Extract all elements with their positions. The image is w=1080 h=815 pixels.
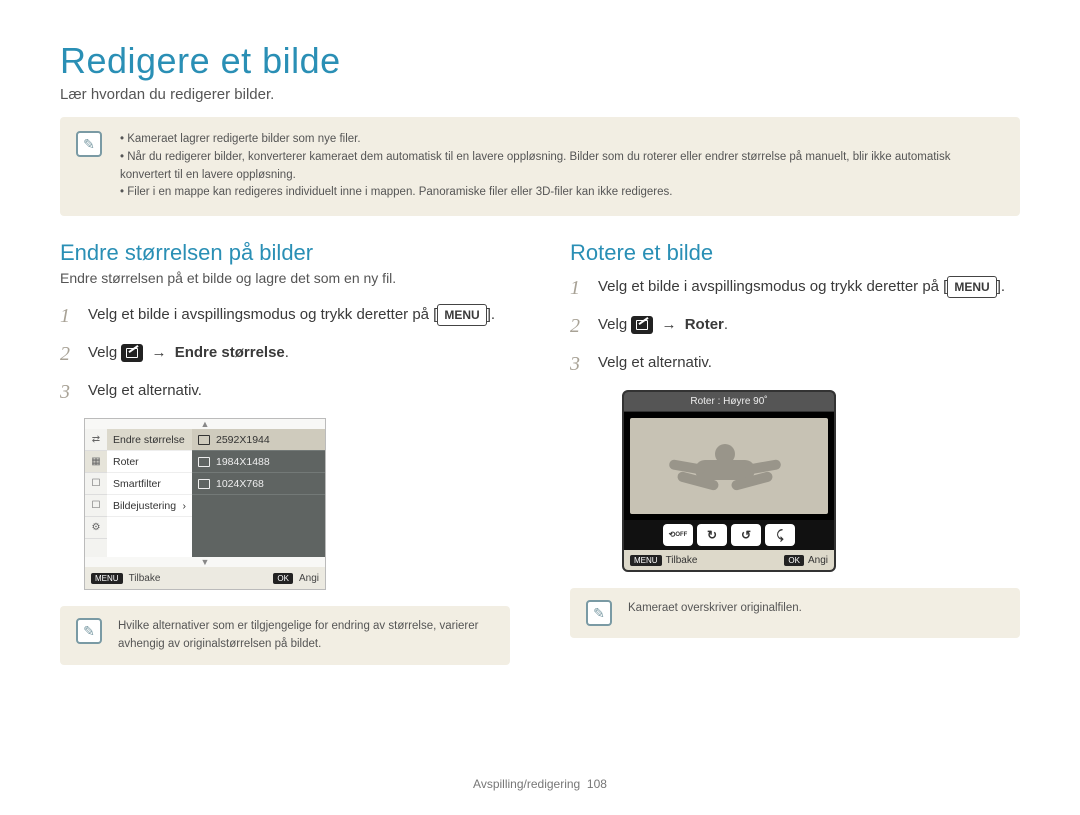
edit-icon bbox=[121, 344, 143, 362]
top-note-item: Kameraet lagrer redigerte bilder som nye… bbox=[120, 131, 1004, 149]
step-number: 2 bbox=[570, 314, 588, 338]
resize-screen-mock: ▲ ⇄ ▦ ☐ ☐ ⚙ Endre størrelse Roter Smartf… bbox=[84, 418, 326, 590]
rotate-step2: Velg → Roter. bbox=[598, 314, 728, 337]
rotate-left-button: ↺ bbox=[731, 524, 761, 546]
rotate-flip-button: ⤹ bbox=[765, 524, 795, 546]
resize-step1: Velg et bilde i avspillingsmodus og tryk… bbox=[88, 304, 495, 327]
rotate-off-button: ⟲OFF bbox=[663, 524, 693, 546]
resolution-option: 1984X1488 bbox=[192, 451, 325, 473]
cam-tab-icon: ☐ bbox=[85, 495, 107, 517]
top-note-item: Når du redigerer bilder, konverterer kam… bbox=[120, 149, 1004, 185]
preview-image bbox=[630, 418, 828, 514]
rotate-screen-mock: Roter : Høyre 90˚ ⟲OFF ↻ ↺ ⤹ bbox=[622, 390, 836, 572]
rotate-screen-title: Roter : Høyre 90˚ bbox=[624, 392, 834, 412]
resize-heading: Endre størrelsen på bilder bbox=[60, 240, 510, 266]
resolution-option: 2592X1944 bbox=[192, 429, 325, 451]
menu-button-label: MENU bbox=[947, 276, 996, 298]
resolution-option: 1024X768 bbox=[192, 473, 325, 495]
resize-step3: Velg et alternativ. bbox=[88, 380, 202, 403]
rotate-tip-text: Kameraet overskriver originalfilen. bbox=[628, 600, 802, 626]
step-number: 1 bbox=[570, 276, 588, 300]
rotate-tip-box: ✎ Kameraet overskriver originalfilen. bbox=[570, 588, 1020, 638]
page-footer: Avspilling/redigering 108 bbox=[0, 777, 1080, 791]
step-number: 1 bbox=[60, 304, 78, 328]
menu-item: Roter bbox=[107, 451, 192, 473]
rotate-step3: Velg et alternativ. bbox=[598, 352, 712, 375]
menu-item: Endre størrelse bbox=[107, 429, 192, 451]
rotate-right-button: ↻ bbox=[697, 524, 727, 546]
menu-item: Bildejustering› bbox=[107, 495, 192, 517]
screen-footer: MENUTilbake OKAngi bbox=[624, 550, 834, 570]
note-icon: ✎ bbox=[76, 131, 102, 157]
screen-footer: MENUTilbake OKAngi bbox=[85, 567, 325, 589]
note-icon: ✎ bbox=[76, 618, 102, 644]
menu-item: Smartfilter bbox=[107, 473, 192, 495]
menu-button-label: MENU bbox=[437, 304, 486, 326]
step-number: 3 bbox=[570, 352, 588, 376]
step-number: 2 bbox=[60, 342, 78, 366]
top-note-item: Filer i en mappe kan redigeres individue… bbox=[120, 184, 1004, 202]
resize-tip-box: ✎ Hvilke alternativer som er tilgjengeli… bbox=[60, 606, 510, 665]
note-icon: ✎ bbox=[586, 600, 612, 626]
step-number: 3 bbox=[60, 380, 78, 404]
resize-tip-text: Hvilke alternativer som er tilgjengelige… bbox=[118, 618, 494, 653]
rotate-heading: Rotere et bilde bbox=[570, 240, 1020, 266]
page-subtitle: Lær hvordan du redigerer bilder. bbox=[60, 86, 1020, 103]
cam-tab-icon: ⚙ bbox=[85, 517, 107, 539]
resize-sub: Endre størrelsen på et bilde og lagre de… bbox=[60, 270, 510, 286]
edit-icon bbox=[631, 316, 653, 334]
cam-tab-icon: ▦ bbox=[85, 451, 107, 473]
cam-tab-icon: ⇄ bbox=[85, 429, 107, 451]
cam-tab-icon: ☐ bbox=[85, 473, 107, 495]
page-title: Redigere et bilde bbox=[60, 40, 1020, 82]
rotate-step1: Velg et bilde i avspillingsmodus og tryk… bbox=[598, 276, 1005, 299]
resize-step2: Velg → Endre størrelse. bbox=[88, 342, 289, 365]
top-note-box: ✎ Kameraet lagrer redigerte bilder som n… bbox=[60, 117, 1020, 216]
